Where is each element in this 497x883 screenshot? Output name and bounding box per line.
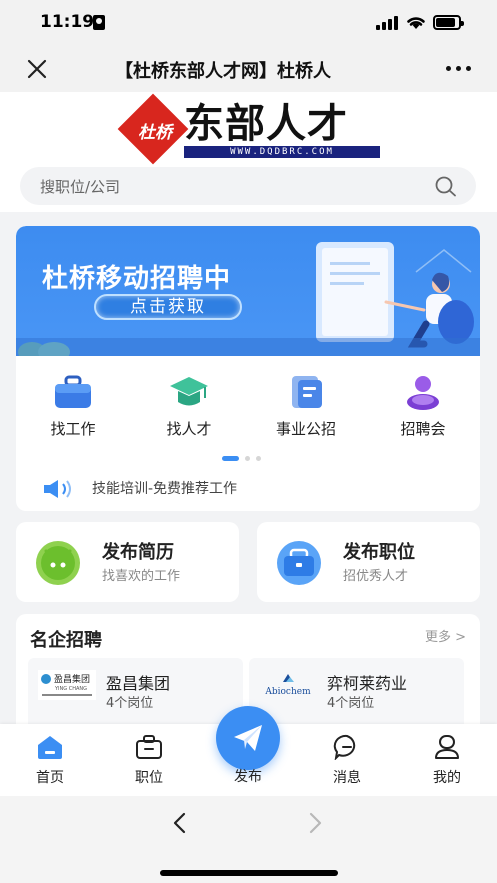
menu-label: 找工作 [50,420,96,438]
logo-sub-text: 杜桥 [138,123,172,143]
header-area: 杜桥 东部人才 WWW.DQDBRC.COM 搜职位/公司 [0,92,497,212]
post-job-card[interactable]: 发布职位 招优秀人才 [257,522,480,602]
battery-icon [433,15,464,30]
more-link[interactable]: 更多 > [425,626,466,645]
menu-item-find-job[interactable]: 找工作 [28,374,118,444]
action-title: 发布职位 [343,542,415,563]
tab-label: 消息 [333,770,361,786]
company-logo-subtext: YING CHANG [54,686,87,692]
company-card[interactable]: Abiochem 弈柯莱药业 4个岗位 [249,658,464,724]
action-title: 发布简历 [102,542,174,563]
back-arrow-icon[interactable] [170,812,190,834]
menu-item-job-fair[interactable]: 招聘会 [378,374,468,444]
company-logo: Abiochem [264,674,311,697]
job-icon [277,541,321,585]
browser-bottom-bar [0,796,497,883]
menu-label: 找人才 [166,420,212,438]
tab-label: 职位 [135,770,163,786]
carousel-dots [222,456,282,462]
user-icon [435,735,459,759]
company-logo: 盈昌集团 YING CHANG [38,670,96,700]
promo-banner[interactable]: 杜桥移动招聘中 点击获取 [16,226,480,356]
main-card: 杜桥移动招聘中 点击获取 找工作 找人才 事业公招 招聘会 技能培训-免费推荐工… [16,226,480,511]
banner-ground [16,338,480,356]
tab-jobs[interactable]: 职位 [114,734,184,790]
notice-text: 技能培训-免费推荐工作 [92,481,238,497]
search-placeholder: 搜职位/公司 [40,178,121,196]
section-title: 名企招聘 [30,630,102,651]
company-position-count: 4个岗位 [106,696,154,711]
tab-label: 我的 [433,770,461,786]
close-icon[interactable] [26,58,48,80]
company-position-count: 4个岗位 [327,696,375,711]
briefcase-icon [136,735,162,759]
company-name: 弈柯莱药业 [327,674,408,693]
status-time: 11:19 [40,12,95,32]
status-bar: 11:19 [0,0,497,46]
search-input[interactable]: 搜职位/公司 [20,167,476,205]
publish-button[interactable] [216,706,280,770]
more-options-icon[interactable] [446,66,472,72]
logo-main-text: 东部人才 [184,100,348,147]
menu-label: 事业公招 [275,420,336,438]
menu-item-public-recruitment[interactable]: 事业公招 [261,374,351,444]
company-card[interactable]: 盈昌集团 YING CHANG 盈昌集团 4个岗位 [28,658,243,724]
people-icon [407,376,439,410]
message-icon [333,734,356,761]
logo-url: WWW.DQDBRC.COM [184,146,380,158]
action-subtitle: 找喜欢的工作 [102,569,181,584]
tab-label-publish[interactable]: 发布 [213,766,283,786]
site-logo[interactable]: 杜桥 东部人才 WWW.DQDBRC.COM [117,93,380,165]
graduation-cap-icon [170,377,208,406]
browser-nav-bar: 【杜桥东部人才网】杜桥人 [0,46,497,92]
notice-bar[interactable]: 技能培训-免费推荐工作 [42,476,462,500]
tab-messages[interactable]: 消息 [312,734,382,790]
banner-title: 杜桥移动招聘中 [42,264,232,294]
tab-home[interactable]: 首页 [15,734,85,790]
paper-plane-icon [234,725,262,751]
speaker-icon [44,480,71,498]
id-card-icon [93,15,105,30]
wifi-icon [407,17,425,29]
briefcase-icon [55,375,91,408]
company-logo-text: Abiochem [264,687,311,697]
menu-item-find-talent[interactable]: 找人才 [144,374,234,444]
menu-label: 招聘会 [400,420,446,438]
banner-button[interactable]: 点击获取 [94,294,242,320]
action-subtitle: 招优秀人才 [343,569,409,584]
home-icon [38,736,62,759]
resume-icon [36,541,80,585]
forward-arrow-icon[interactable] [305,812,325,834]
post-resume-card[interactable]: 发布简历 找喜欢的工作 [16,522,239,602]
page-title: 【杜桥东部人才网】杜桥人 [115,61,331,82]
company-name: 盈昌集团 [106,674,171,693]
cellular-signal-icon [376,16,398,30]
tab-label: 首页 [36,770,64,786]
home-indicator [160,870,338,876]
search-icon[interactable] [434,175,458,197]
tab-profile[interactable]: 我的 [412,734,482,790]
company-logo-text: 盈昌集团 [54,673,90,685]
page-content: 杜桥 东部人才 WWW.DQDBRC.COM 搜职位/公司 杜桥移动招聘中 点击… [0,92,497,724]
documents-icon [292,376,322,408]
